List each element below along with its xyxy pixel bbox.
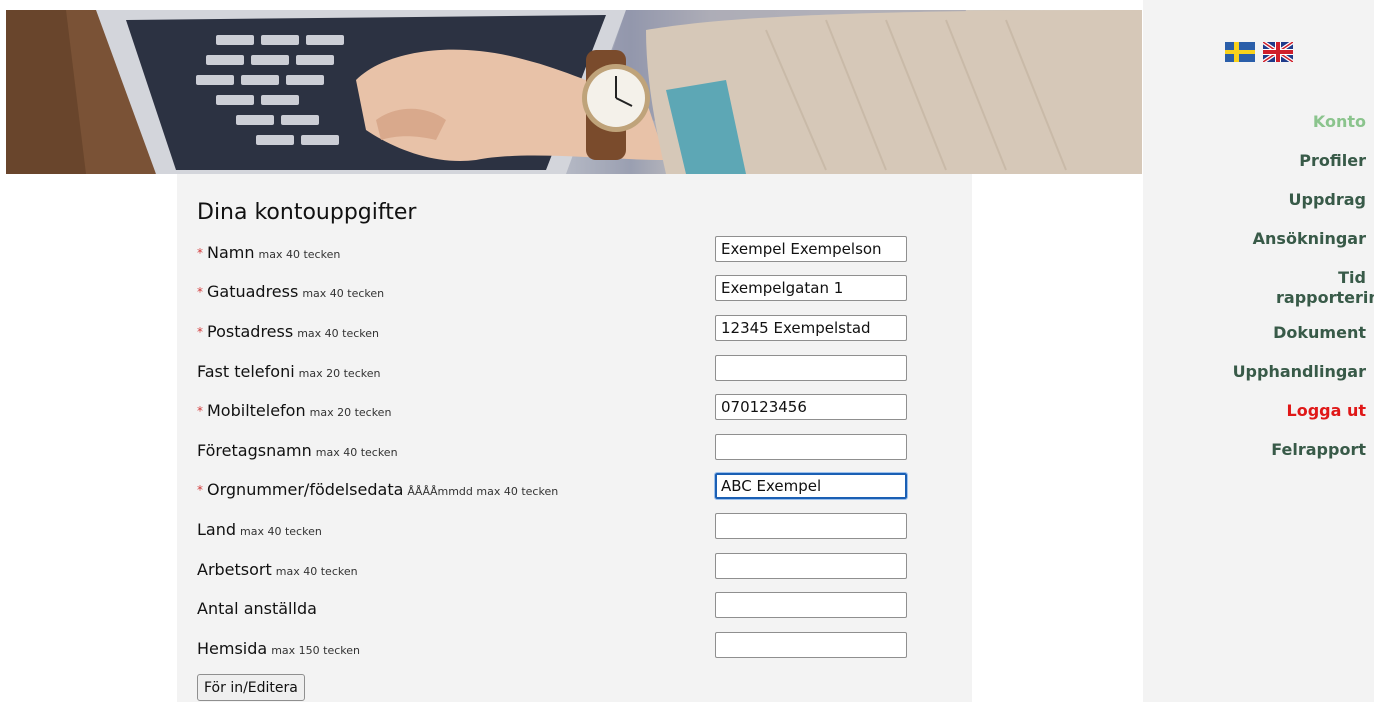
account-page: Konto Profiler Uppdrag Ansökningar Tid r…	[0, 0, 1374, 702]
sidebar: Konto Profiler Uppdrag Ansökningar Tid r…	[1143, 0, 1374, 702]
swedish-flag-icon[interactable]	[1225, 42, 1255, 62]
field-hint: max 40 tecken	[297, 327, 379, 340]
language-switcher	[1225, 42, 1293, 62]
field-hint: max 40 tecken	[315, 446, 398, 459]
field-hint: max 20 tecken	[309, 406, 392, 419]
uk-flag-icon[interactable]	[1263, 42, 1293, 62]
field-hint: max 40 tecken	[302, 287, 385, 300]
form-row-mobiltelefon: * Mobiltelefon max 20 tecken	[197, 394, 917, 424]
form-row-antal-anstallda: Antal anställda	[197, 592, 917, 622]
employee-count-input[interactable]	[715, 592, 907, 618]
form-row-foretagsnamn: Företagsnamn max 40 tecken	[197, 434, 917, 464]
nav-item-uppdrag[interactable]: Uppdrag	[1156, 190, 1367, 210]
form-row-namn: * Namn max 40 tecken	[197, 236, 917, 266]
field-hint: max 40 tecken	[240, 525, 322, 538]
main-nav: Konto Profiler Uppdrag Ansökningar Tid r…	[1156, 112, 1374, 479]
nav-item-logga-ut[interactable]: Logga ut	[1156, 401, 1367, 421]
required-marker: *	[197, 483, 203, 497]
field-label: * Gatuadress max 40 tecken	[197, 282, 385, 301]
nav-item-felrapport[interactable]: Felrapport	[1156, 440, 1366, 460]
work-location-input[interactable]	[715, 553, 907, 579]
name-input[interactable]	[715, 236, 907, 262]
field-hint: max 40 tecken	[258, 248, 341, 261]
nav-item-dokument[interactable]: Dokument	[1156, 323, 1366, 343]
form-row-land: Land max 40 tecken	[197, 513, 917, 543]
form-row-fast-telefoni: Fast telefoni max 20 tecken	[197, 355, 917, 385]
field-label: Fast telefoni max 20 tecken	[197, 362, 381, 381]
org-number-input[interactable]	[714, 472, 908, 500]
form-row-postadress: * Postadress max 40 tecken	[197, 315, 917, 345]
mobile-phone-input[interactable]	[715, 394, 907, 420]
field-label: * Mobiltelefon max 20 tecken	[197, 401, 392, 420]
field-hint: ÅÅÅÅmmdd max 40 tecken	[407, 485, 559, 498]
page-title: Dina kontouppgifter	[197, 200, 417, 225]
required-marker: *	[197, 325, 203, 339]
field-label: Land max 40 tecken	[197, 520, 322, 539]
field-hint: max 150 tecken	[271, 644, 361, 657]
company-name-input[interactable]	[715, 434, 907, 460]
field-label: Arbetsort max 40 tecken	[197, 560, 358, 579]
country-input[interactable]	[715, 513, 907, 539]
account-form-panel: Dina kontouppgifter *Namnmax 40 tecken *…	[177, 174, 972, 702]
form-row-arbetsort: Arbetsort max 40 tecken	[197, 553, 917, 583]
required-marker: *	[197, 246, 203, 260]
field-label: * Postadress max 40 tecken	[197, 322, 379, 341]
postal-address-input[interactable]	[715, 315, 907, 341]
required-marker: *	[197, 285, 203, 299]
field-label: * Namn max 40 tecken	[197, 243, 341, 262]
field-label: Antal anställda	[197, 599, 317, 618]
nav-item-konto[interactable]: Konto	[1156, 112, 1366, 132]
form-row-gatuadress: * Gatuadress max 40 tecken	[197, 275, 917, 305]
website-input[interactable]	[715, 632, 907, 658]
field-label: Hemsida max 150 tecken	[197, 639, 361, 658]
required-marker: *	[197, 404, 203, 418]
field-label: * Orgnummer/födelsedata ÅÅÅÅmmdd max 40 te…	[197, 480, 559, 499]
nav-item-tidrapportering[interactable]: Tid rapportering	[1156, 268, 1374, 308]
hero-illustration	[6, 10, 1142, 174]
hero-banner	[6, 10, 1142, 174]
landline-input[interactable]	[715, 355, 907, 381]
nav-item-profiler[interactable]: Profiler	[1156, 151, 1366, 171]
nav-item-ansokningar[interactable]: Ansökningar	[1156, 229, 1366, 249]
street-address-input[interactable]	[715, 275, 907, 301]
nav-item-upphandlingar[interactable]: Upphandlingar	[1156, 362, 1366, 382]
field-label: Företagsnamn max 40 tecken	[197, 441, 398, 460]
field-hint: max 20 tecken	[298, 367, 381, 380]
submit-edit-button[interactable]: För in/Editera	[197, 674, 305, 701]
form-row-hemsida: Hemsida max 150 tecken	[197, 632, 917, 662]
form-row-orgnummer: * Orgnummer/födelsedata ÅÅÅÅmmdd max 40 te…	[197, 472, 917, 503]
field-hint: max 40 tecken	[275, 565, 358, 578]
